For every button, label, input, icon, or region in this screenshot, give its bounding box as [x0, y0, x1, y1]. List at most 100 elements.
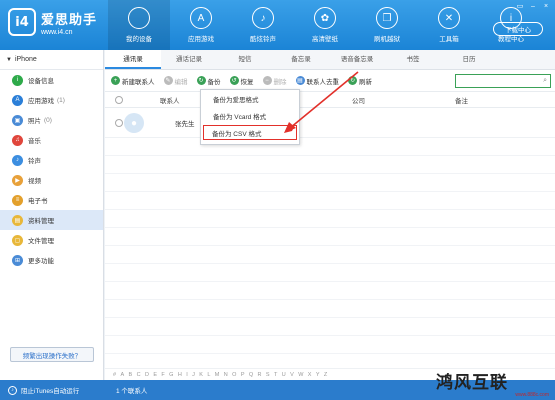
sidebar-item-label: 铃声 [28, 158, 41, 165]
alphabet-letter[interactable]: E [153, 372, 157, 378]
nav-item-0[interactable]: 我的设备 [108, 0, 170, 50]
app-url: www.i4.cn [41, 28, 73, 36]
alphabet-letter[interactable]: C [137, 372, 141, 378]
alphabet-letter[interactable]: P [241, 372, 245, 378]
wallpaper-icon: ✿ [314, 7, 336, 29]
tab-2[interactable]: 短信 [217, 50, 273, 69]
bell-icon: ♪ [252, 7, 274, 29]
minimize-icon[interactable]: – [528, 3, 538, 11]
help-button[interactable]: 频繁出现操作失败？ [10, 347, 94, 362]
nav-label: 我的设备 [126, 36, 152, 43]
tools-icon: ✕ [438, 7, 460, 29]
alphabet-letter[interactable]: N [224, 372, 228, 378]
nav-item-2[interactable]: ♪ 酷炫铃声 [232, 0, 294, 50]
alphabet-letter[interactable]: R [258, 372, 262, 378]
alphabet-letter[interactable]: Y [316, 372, 320, 378]
tab-5[interactable]: 书签 [385, 50, 441, 69]
sidebar-item-3[interactable]: ♫ 音乐 [0, 130, 103, 150]
alphabet-letter[interactable]: G [169, 372, 173, 378]
alphabet-letter[interactable]: J [192, 372, 195, 378]
select-all-checkbox[interactable] [115, 96, 123, 104]
sidebar-item-5[interactable]: ▶ 视频 [0, 170, 103, 190]
window-controls: ▭ – × [515, 3, 551, 11]
alphabet-letter[interactable]: K [199, 372, 203, 378]
apple-icon [128, 7, 150, 29]
avatar: ● [124, 113, 144, 133]
tab-3[interactable]: 备忘录 [273, 50, 329, 69]
nav-item-4[interactable]: ❒ 刷机越狱 [356, 0, 418, 50]
alphabet-letter[interactable]: Q [249, 372, 253, 378]
sidebar-item-label: 设备信息 [28, 78, 54, 85]
toolbar-label: 编辑 [174, 78, 188, 86]
alphabet-letter[interactable]: W [298, 372, 303, 378]
alphabet-letter[interactable]: Z [324, 372, 327, 378]
apps-icon: A [12, 94, 23, 106]
sidebar-item-8[interactable]: ▢ 文件管理 [0, 230, 103, 250]
app-store-icon: A [190, 7, 212, 29]
alphabet-letter[interactable]: H [178, 372, 182, 378]
tab-bar: 通讯录 通话记录 短信 备忘录 语音备忘录 书签 日历 [105, 50, 555, 70]
search-input[interactable]: ⌕ [455, 74, 551, 88]
delete-icon: − [262, 76, 272, 85]
caret-down-icon: ▼ [6, 56, 12, 63]
sidebar-item-label: 应用游戏 [28, 98, 54, 105]
sidebar-item-9[interactable]: ⊞ 更多功能 [0, 250, 103, 270]
alphabet-letter[interactable]: F [161, 372, 164, 378]
app-logo: i4 爱思助手 www.i4.cn [8, 8, 97, 36]
sidebar-item-label: 音乐 [28, 138, 41, 145]
toolbar-button-1[interactable]: ✎ 编辑 [163, 76, 188, 86]
alphabet-letter[interactable]: V [290, 372, 294, 378]
sidebar-item-label: 更多功能 [28, 258, 54, 265]
close-icon[interactable]: × [541, 3, 551, 11]
tab-6[interactable]: 日历 [441, 50, 497, 69]
nav-item-3[interactable]: ✿ 高清壁纸 [294, 0, 356, 50]
sidebar-item-1[interactable]: A 应用游戏 (1) [0, 90, 103, 110]
alphabet-letter[interactable]: B [129, 372, 133, 378]
tab-0[interactable]: 通讯录 [105, 50, 161, 69]
row-checkbox[interactable] [115, 119, 123, 127]
sidebar-item-4[interactable]: ♪ 铃声 [0, 150, 103, 170]
sidebar-item-2[interactable]: ▣ 照片 (0) [0, 110, 103, 130]
sidebar-item-7[interactable]: ▤ 资料管理 [0, 210, 103, 230]
device-info-icon: i [12, 74, 23, 86]
alphabet-letter[interactable]: M [215, 372, 220, 378]
alphabet-letter[interactable]: O [232, 372, 236, 378]
watermark-title: 鸿风互联 [436, 373, 508, 393]
alphabet-letter[interactable]: I [186, 372, 188, 378]
nav-item-1[interactable]: A 应用游戏 [170, 0, 232, 50]
alphabet-letter[interactable]: U [282, 372, 286, 378]
nav-label: 刷机越狱 [374, 36, 400, 43]
alphabet-letter[interactable]: S [266, 372, 270, 378]
toolbar-label: 恢复 [240, 78, 254, 86]
add-icon: + [111, 76, 120, 85]
nav-label: 高清壁纸 [312, 36, 338, 43]
sidebar-item-label: 资料管理 [28, 218, 54, 225]
search-icon: ⌕ [543, 77, 547, 84]
tab-4[interactable]: 语音备忘录 [329, 50, 385, 69]
toolbar-button-2[interactable]: ↻ 备份 [196, 76, 221, 86]
video-icon: ▶ [12, 174, 23, 186]
sidebar-item-0[interactable]: i 设备信息 [0, 70, 103, 90]
alphabet-letter[interactable]: D [145, 372, 149, 378]
toolbar-button-3[interactable]: ↺ 恢复 [229, 76, 254, 86]
alphabet-letter[interactable]: T [274, 372, 277, 378]
alphabet-letter[interactable]: A [120, 372, 124, 378]
sidebar-item-label: 电子书 [28, 198, 48, 205]
alphabet-letter[interactable]: L [207, 372, 210, 378]
device-selector[interactable]: ▼ iPhone [0, 50, 103, 70]
nav-item-5[interactable]: ✕ 工具箱 [418, 0, 480, 50]
tab-1[interactable]: 通话记录 [161, 50, 217, 69]
maximize-icon[interactable]: ▭ [515, 3, 525, 11]
alphabet-letter[interactable]: X [308, 372, 312, 378]
nav-label: 应用游戏 [188, 36, 214, 43]
toolbar-label: 备份 [207, 78, 221, 86]
itunes-toggle[interactable]: ♪ 阻止iTunes自动运行 [0, 385, 104, 395]
alphabet-letter[interactable]: # [113, 372, 116, 378]
download-center-button[interactable]: 下载中心 [493, 22, 543, 36]
sidebar-item-6[interactable]: ≡ 电子书 [0, 190, 103, 210]
ebook-icon: ≡ [12, 194, 23, 206]
column-header-note: 备注 [455, 97, 468, 105]
nav-label: 酷炫铃声 [250, 36, 276, 43]
main-nav: 我的设备 A 应用游戏 ♪ 酷炫铃声 ✿ 高清壁纸 ❒ 刷机越狱 ✕ 工具箱 i 教程中心 [108, 0, 542, 50]
toolbar-button-0[interactable]: + 新建联系人 [111, 76, 155, 86]
